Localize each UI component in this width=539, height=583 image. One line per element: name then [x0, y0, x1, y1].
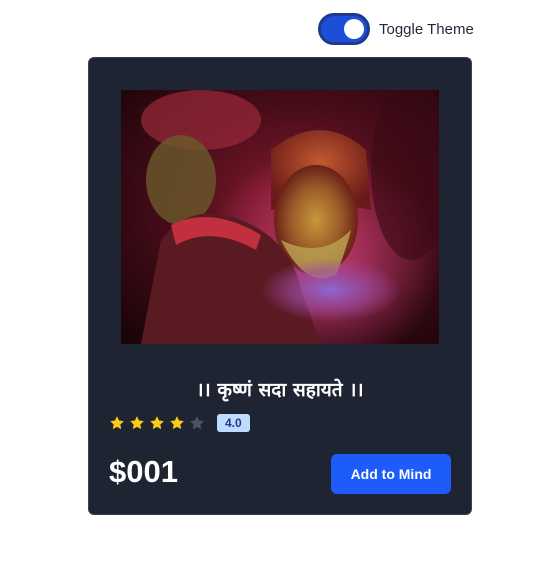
theme-toggle-row: Toggle Theme — [318, 13, 474, 45]
product-card: ।। कृष्णं सदा सहायते ।। 4.0 $001 Add to … — [88, 57, 472, 515]
rating-badge: 4.0 — [217, 414, 250, 432]
theme-toggle-label: Toggle Theme — [379, 20, 474, 38]
star-empty-icon — [190, 416, 204, 430]
product-price: $001 — [109, 454, 178, 489]
star-filled-icon — [170, 416, 184, 430]
product-title: ।। कृष्णं सदा सहायते ।। — [196, 379, 364, 401]
star-rating — [109, 415, 209, 431]
toggle-knob — [344, 19, 364, 39]
star-filled-icon — [150, 416, 164, 430]
star-filled-icon — [110, 416, 124, 430]
rating-row: 4.0 — [109, 414, 250, 432]
star-filled-icon — [130, 416, 144, 430]
product-image — [121, 90, 439, 344]
add-to-mind-button[interactable]: Add to Mind — [331, 454, 451, 494]
theme-toggle-switch[interactable] — [318, 13, 370, 45]
